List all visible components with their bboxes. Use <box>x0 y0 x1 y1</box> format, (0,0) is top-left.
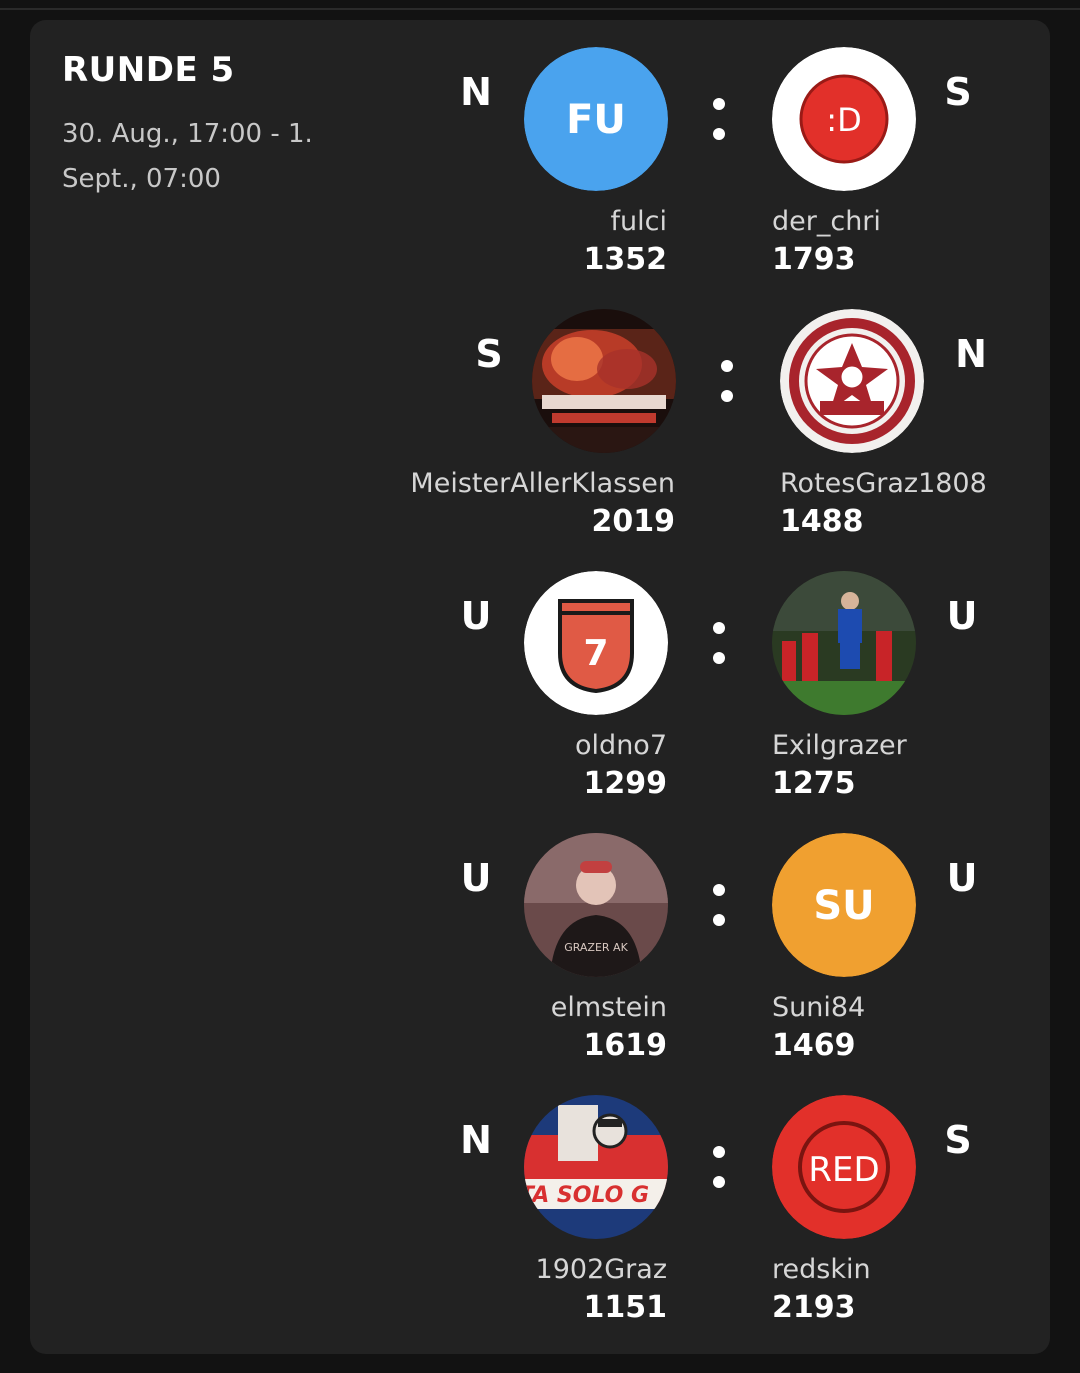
away-result: S <box>944 1118 972 1162</box>
round-card: RUNDE 5 30. Aug., 17:00 - 1. Sept., 07:0… <box>30 20 1050 1354</box>
home-player-name[interactable]: elmstein <box>551 992 667 1023</box>
home-avatar[interactable]: TA SOLO G <box>524 1095 668 1239</box>
svg-text:7: 7 <box>583 633 608 674</box>
svg-text:RED: RED <box>808 1150 879 1190</box>
top-divider <box>0 8 1080 10</box>
banner-illustration-photo: TA SOLO G <box>524 1095 668 1239</box>
away-player-score: 1275 <box>772 766 856 801</box>
pyro-crowd-photo <box>532 309 676 453</box>
away-player-score: 2193 <box>772 1290 856 1325</box>
home-avatar[interactable]: 7 <box>524 571 668 715</box>
away-player-name[interactable]: der_chri <box>772 206 881 237</box>
svg-text:FU: FU <box>566 97 626 143</box>
man-portrait-photo: GRAZER AK <box>524 833 668 977</box>
svg-text::D: :D <box>826 101 861 139</box>
vs-colon <box>709 604 729 684</box>
home-player-score: 1151 <box>583 1290 668 1325</box>
club-crest-1902 <box>780 309 924 453</box>
match-row[interactable]: N TA SOLO G RED S 1902Graz 1151 redskin <box>30 1068 1050 1330</box>
away-player-name[interactable]: Suni84 <box>772 992 865 1023</box>
home-player-name[interactable]: 1902Graz <box>536 1254 667 1285</box>
vs-colon <box>709 866 729 946</box>
home-avatar[interactable]: FU <box>524 47 668 191</box>
away-player-score: 1488 <box>780 504 864 539</box>
match-row[interactable]: U 7 U oldno7 1299 Exilgrazer 1275 <box>30 544 1050 806</box>
away-result: N <box>955 332 987 376</box>
vs-colon <box>717 342 737 422</box>
home-result: N <box>460 70 492 114</box>
home-avatar[interactable]: GRAZER AK <box>524 833 668 977</box>
away-avatar[interactable]: :D <box>772 47 916 191</box>
initials-avatar: FU <box>524 47 668 191</box>
home-player-name[interactable]: MeisterAllerKlassen <box>410 468 675 499</box>
football-header-photo <box>772 571 916 715</box>
home-result: U <box>460 594 492 638</box>
match-row[interactable]: N FU :D S fulci 1352 der_chri 1793 <box>30 20 1050 282</box>
home-player-name[interactable]: fulci <box>611 206 667 237</box>
smiley-badge-avatar: :D <box>772 47 916 191</box>
away-avatar[interactable] <box>780 309 924 453</box>
red-ring-avatar: RED <box>772 1095 916 1239</box>
home-player-score: 1352 <box>583 242 668 277</box>
svg-text:GRAZER AK: GRAZER AK <box>564 941 628 954</box>
home-player-score: 1299 <box>583 766 668 801</box>
away-player-score: 1469 <box>772 1028 856 1063</box>
home-result: N <box>460 1118 492 1162</box>
vs-colon <box>709 1128 729 1208</box>
away-avatar[interactable]: SU <box>772 833 916 977</box>
away-avatar[interactable]: RED <box>772 1095 916 1239</box>
away-player-name[interactable]: redskin <box>772 1254 871 1285</box>
home-player-score: 2019 <box>591 504 676 539</box>
away-avatar[interactable] <box>772 571 916 715</box>
home-player-name[interactable]: oldno7 <box>575 730 667 761</box>
away-result: U <box>946 594 978 638</box>
home-player-score: 1619 <box>583 1028 668 1063</box>
away-result: S <box>944 70 972 114</box>
away-player-score: 1793 <box>772 242 856 277</box>
svg-text:SU: SU <box>813 883 874 929</box>
home-avatar[interactable] <box>532 309 676 453</box>
initials-avatar: SU <box>772 833 916 977</box>
away-result: U <box>946 856 978 900</box>
match-row[interactable]: U GRAZER AK SU U elmstein 1619 Suni84 14… <box>30 806 1050 1068</box>
away-player-name[interactable]: RotesGraz1808 <box>780 468 987 499</box>
svg-text:TA SOLO G: TA SOLO G <box>524 1183 649 1208</box>
away-player-name[interactable]: Exilgrazer <box>772 730 907 761</box>
match-row[interactable]: S N MeisterAllerKlassen 2019 RotesGraz18… <box>30 282 1050 544</box>
vs-colon <box>709 80 729 160</box>
home-result: S <box>475 332 503 376</box>
home-result: U <box>460 856 492 900</box>
shield-7-avatar: 7 <box>524 571 668 715</box>
